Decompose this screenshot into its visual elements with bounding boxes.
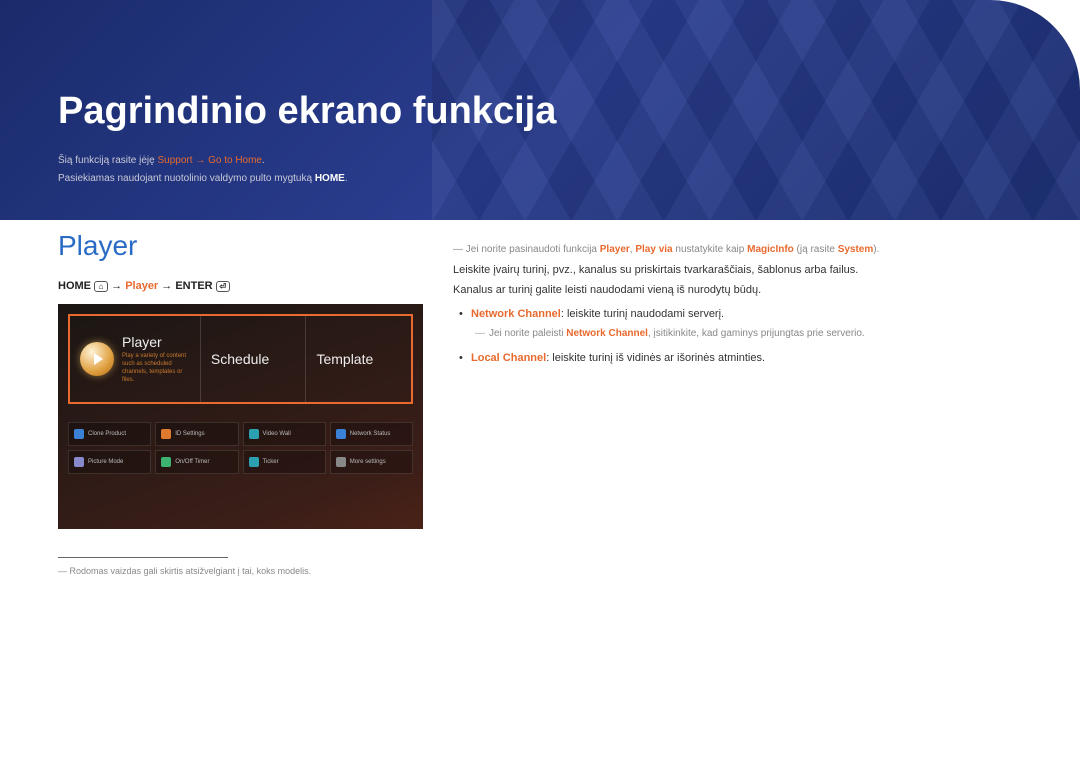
mini-label: On/Off Timer	[175, 459, 209, 465]
mini-label: Ticker	[263, 459, 279, 465]
tile-schedule-label: Schedule	[211, 351, 296, 367]
section-title: Player	[58, 230, 423, 262]
mini-icon	[336, 429, 346, 439]
intro-highlight: Support → Go to Home	[158, 155, 263, 166]
t: Jei norite paleisti	[489, 328, 566, 339]
mini-label: Video Wall	[263, 431, 291, 437]
tile-schedule[interactable]: Schedule	[201, 316, 307, 402]
li-highlight: Network Channel	[471, 308, 561, 320]
mini-label: Network Status	[350, 431, 391, 437]
bc-player: Player	[125, 280, 158, 292]
paragraph: Leiskite įvairų turinį, pvz., kanalus su…	[453, 260, 1040, 280]
mini-label: Picture Mode	[88, 459, 123, 465]
mini-id-settings[interactable]: ID Settings	[155, 422, 238, 446]
mini-label: More settings	[350, 459, 386, 465]
intro-text: .	[345, 173, 348, 184]
bc-home: HOME	[58, 280, 91, 292]
tile-template-label: Template	[316, 351, 401, 367]
mini-icon	[161, 429, 171, 439]
t: MagicInfo	[747, 244, 794, 255]
home-icon: ⌂	[94, 281, 108, 292]
t: Jei norite pasinaudoti funkcija	[466, 244, 600, 255]
intro-text: .	[262, 155, 265, 166]
li-text: : leiskite turinį naudodami serverį.	[561, 308, 724, 320]
bc-arrow: →	[158, 280, 175, 292]
mini-icon	[161, 457, 171, 467]
tile-player-sub: Play a variety of content such as schedu…	[122, 352, 190, 384]
mini-icon	[336, 457, 346, 467]
mini-more-settings[interactable]: More settings	[330, 450, 413, 474]
mini-icon	[249, 429, 259, 439]
list-item: Network Channel: leiskite turinį naudoda…	[453, 304, 1040, 324]
tile-player-label: Player	[122, 334, 190, 350]
li-highlight: Local Channel	[471, 352, 546, 364]
intro-text: Pasiekiamas naudojant nuotolinio valdymo…	[58, 173, 315, 184]
bc-enter: ENTER	[175, 280, 212, 292]
note-line: ― Jei norite pasinaudoti funkcija Player…	[453, 240, 1040, 260]
intro-block: Šią funkciją rasite įėję Support → Go to…	[58, 152, 348, 188]
footnote-rule	[58, 557, 228, 558]
play-icon	[80, 342, 114, 376]
mini-icon	[74, 457, 84, 467]
enter-icon: ⏎	[216, 281, 230, 292]
paragraph: Kanalus ar turinį galite leisti naudodam…	[453, 280, 1040, 300]
intro-bold: HOME	[315, 173, 345, 184]
bc-arrow: →	[111, 280, 125, 292]
t: Play via	[635, 244, 672, 255]
t: nustatykite kaip	[673, 244, 747, 255]
mini-icon	[74, 429, 84, 439]
t: , įsitikinkite, kad gaminys prijungtas p…	[648, 328, 865, 339]
intro-text: Šią funkciją rasite įėję	[58, 155, 158, 166]
t: Network Channel	[566, 328, 648, 339]
mini-onoff-timer[interactable]: On/Off Timer	[155, 450, 238, 474]
mini-label: ID Settings	[175, 431, 204, 437]
mini-video-wall[interactable]: Video Wall	[243, 422, 326, 446]
mini-picture-mode[interactable]: Picture Mode	[68, 450, 151, 474]
mini-label: Clone Product	[88, 431, 126, 437]
subnote: Jei norite paleisti Network Channel, įsi…	[453, 324, 1040, 344]
mini-network-status[interactable]: Network Status	[330, 422, 413, 446]
page-title: Pagrindinio ekrano funkcija	[58, 90, 556, 133]
screenshot-mock: Player Play a variety of content such as…	[58, 304, 423, 529]
li-text: : leiskite turinį iš vidinės ar išorinės…	[546, 352, 765, 364]
t: (ją rasite	[794, 244, 838, 255]
mini-icon	[249, 457, 259, 467]
t: Player	[600, 244, 630, 255]
tile-player[interactable]: Player Play a variety of content such as…	[70, 316, 201, 402]
breadcrumb: HOME ⌂ → Player → ENTER ⏎	[58, 280, 423, 292]
t: ).	[873, 244, 879, 255]
mini-ticker[interactable]: Ticker	[243, 450, 326, 474]
t: System	[838, 244, 874, 255]
footnote-text: Rodomas vaizdas gali skirtis atsižvelgia…	[70, 566, 312, 576]
footnote: ― Rodomas vaizdas gali skirtis atsižvelg…	[58, 566, 423, 576]
mini-clone-product[interactable]: Clone Product	[68, 422, 151, 446]
tile-template[interactable]: Template	[306, 316, 411, 402]
list-item: Local Channel: leiskite turinį iš vidinė…	[453, 348, 1040, 368]
